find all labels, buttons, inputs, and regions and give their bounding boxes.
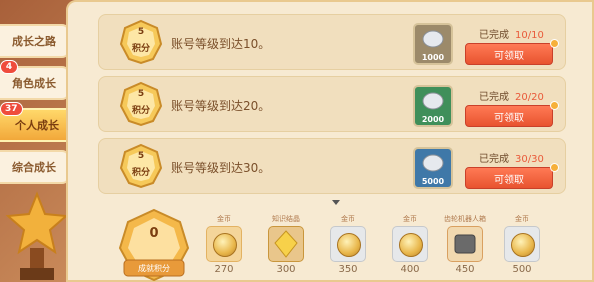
reward-item[interactable]: 2000 bbox=[413, 85, 453, 127]
coin-icon bbox=[213, 233, 237, 257]
status-text: 已完成 bbox=[479, 154, 509, 165]
task-status: 已完成 10/10 bbox=[479, 26, 544, 41]
currency-icon bbox=[422, 30, 444, 48]
currency-icon bbox=[422, 154, 444, 172]
notification-badge: 4 bbox=[0, 60, 18, 74]
milestone-reward-box bbox=[504, 226, 540, 262]
milestone-item[interactable]: 齿轮机器人箱 450 bbox=[440, 214, 490, 282]
alert-dot-icon bbox=[550, 39, 559, 48]
task-description: 账号等级到达30。 bbox=[171, 161, 271, 175]
status-text: 已完成 bbox=[479, 92, 509, 103]
task-row: 5 积分 账号等级到达30。 5000 已完成 30/30 可领取 bbox=[98, 138, 566, 194]
milestone-reward-box bbox=[447, 226, 483, 262]
sidebar-item-personal-growth[interactable]: 37 个人成长 bbox=[0, 102, 76, 142]
reward-amount: 1000 bbox=[421, 53, 445, 62]
trophy-star-icon bbox=[5, 191, 69, 280]
claim-button[interactable]: 可领取 bbox=[465, 43, 553, 65]
coin-icon bbox=[337, 233, 361, 257]
sidebar-item-growth-road[interactable]: 成长之路 bbox=[0, 24, 70, 58]
sidebar-item-overall-growth[interactable]: 综合成长 bbox=[0, 150, 70, 184]
reward-amount: 5000 bbox=[421, 177, 445, 186]
points-unit: 积分 bbox=[131, 106, 150, 116]
claim-button[interactable]: 可领取 bbox=[465, 167, 553, 189]
milestone-track: 0 成就积分 金币 270 知识结晶 300 金币 350 金币 400 齿轮机… bbox=[100, 200, 594, 282]
coin-icon bbox=[511, 233, 535, 257]
milestone-reward-box bbox=[206, 226, 242, 262]
points-unit: 积分 bbox=[131, 168, 150, 178]
progress-text: 30/30 bbox=[515, 154, 544, 165]
milestone-label: 齿轮机器人箱 bbox=[444, 215, 486, 223]
milestone-threshold: 450 bbox=[455, 264, 475, 275]
task-row: 5 积分 账号等级到达10。 1000 已完成 10/10 可领取 bbox=[98, 14, 566, 70]
milestone-item[interactable]: 金币 350 bbox=[328, 214, 368, 282]
reward-amount: 2000 bbox=[421, 115, 445, 124]
claim-button[interactable]: 可领取 bbox=[465, 105, 553, 127]
points-value: 5 bbox=[137, 151, 145, 161]
progress-text: 20/20 bbox=[515, 92, 544, 103]
sidebar-item-label: 角色成长 bbox=[12, 77, 56, 90]
milestone-reward-box bbox=[392, 226, 428, 262]
milestone-label: 金币 bbox=[515, 215, 529, 223]
status-text: 已完成 bbox=[479, 30, 509, 41]
points-unit: 积分 bbox=[131, 44, 150, 54]
milestone-threshold: 500 bbox=[512, 264, 532, 275]
milestone-item[interactable]: 金币 270 bbox=[204, 214, 244, 282]
task-description: 账号等级到达20。 bbox=[171, 99, 271, 113]
task-status: 已完成 30/30 bbox=[479, 150, 544, 165]
milestone-label: 金币 bbox=[217, 215, 231, 223]
points-value: 5 bbox=[137, 27, 145, 37]
milestone-label: 金币 bbox=[341, 215, 355, 223]
progress-text: 10/10 bbox=[515, 30, 544, 41]
task-row: 5 积分 账号等级到达20。 2000 已完成 20/20 可领取 bbox=[98, 76, 566, 132]
milestone-label: 知识结晶 bbox=[272, 215, 300, 223]
task-description: 账号等级到达10。 bbox=[171, 37, 271, 51]
currency-icon bbox=[422, 92, 444, 110]
milestone-item[interactable]: 金币 500 bbox=[502, 214, 542, 282]
sidebar-item-role-growth[interactable]: 4 角色成长 bbox=[0, 60, 70, 100]
current-position-arrow-icon bbox=[332, 200, 340, 205]
score-label: 成就积分 bbox=[138, 264, 170, 273]
score-value: 0 bbox=[149, 226, 159, 241]
points-value: 5 bbox=[137, 89, 145, 99]
robot-box-icon bbox=[454, 234, 476, 254]
milestone-item[interactable]: 金币 400 bbox=[390, 214, 430, 282]
milestone-threshold: 400 bbox=[400, 264, 420, 275]
alert-dot-icon bbox=[550, 163, 559, 172]
task-status: 已完成 20/20 bbox=[479, 88, 544, 103]
sidebar-item-label: 成长之路 bbox=[12, 35, 56, 48]
reward-item[interactable]: 5000 bbox=[413, 147, 453, 189]
milestone-reward-box bbox=[330, 226, 366, 262]
notification-badge: 37 bbox=[0, 102, 23, 116]
reward-item[interactable]: 1000 bbox=[413, 23, 453, 65]
milestone-threshold: 350 bbox=[338, 264, 358, 275]
alert-dot-icon bbox=[550, 101, 559, 110]
coin-icon bbox=[399, 233, 423, 257]
crystal-icon bbox=[274, 230, 298, 258]
sidebar-item-label: 综合成长 bbox=[12, 161, 56, 174]
milestone-label: 金币 bbox=[403, 215, 417, 223]
milestone-item[interactable]: 知识结晶 300 bbox=[266, 214, 306, 282]
milestone-threshold: 270 bbox=[214, 264, 234, 275]
milestone-threshold: 300 bbox=[276, 264, 296, 275]
milestone-reward-box bbox=[268, 226, 304, 262]
sidebar-item-label: 个人成长 bbox=[15, 119, 59, 132]
